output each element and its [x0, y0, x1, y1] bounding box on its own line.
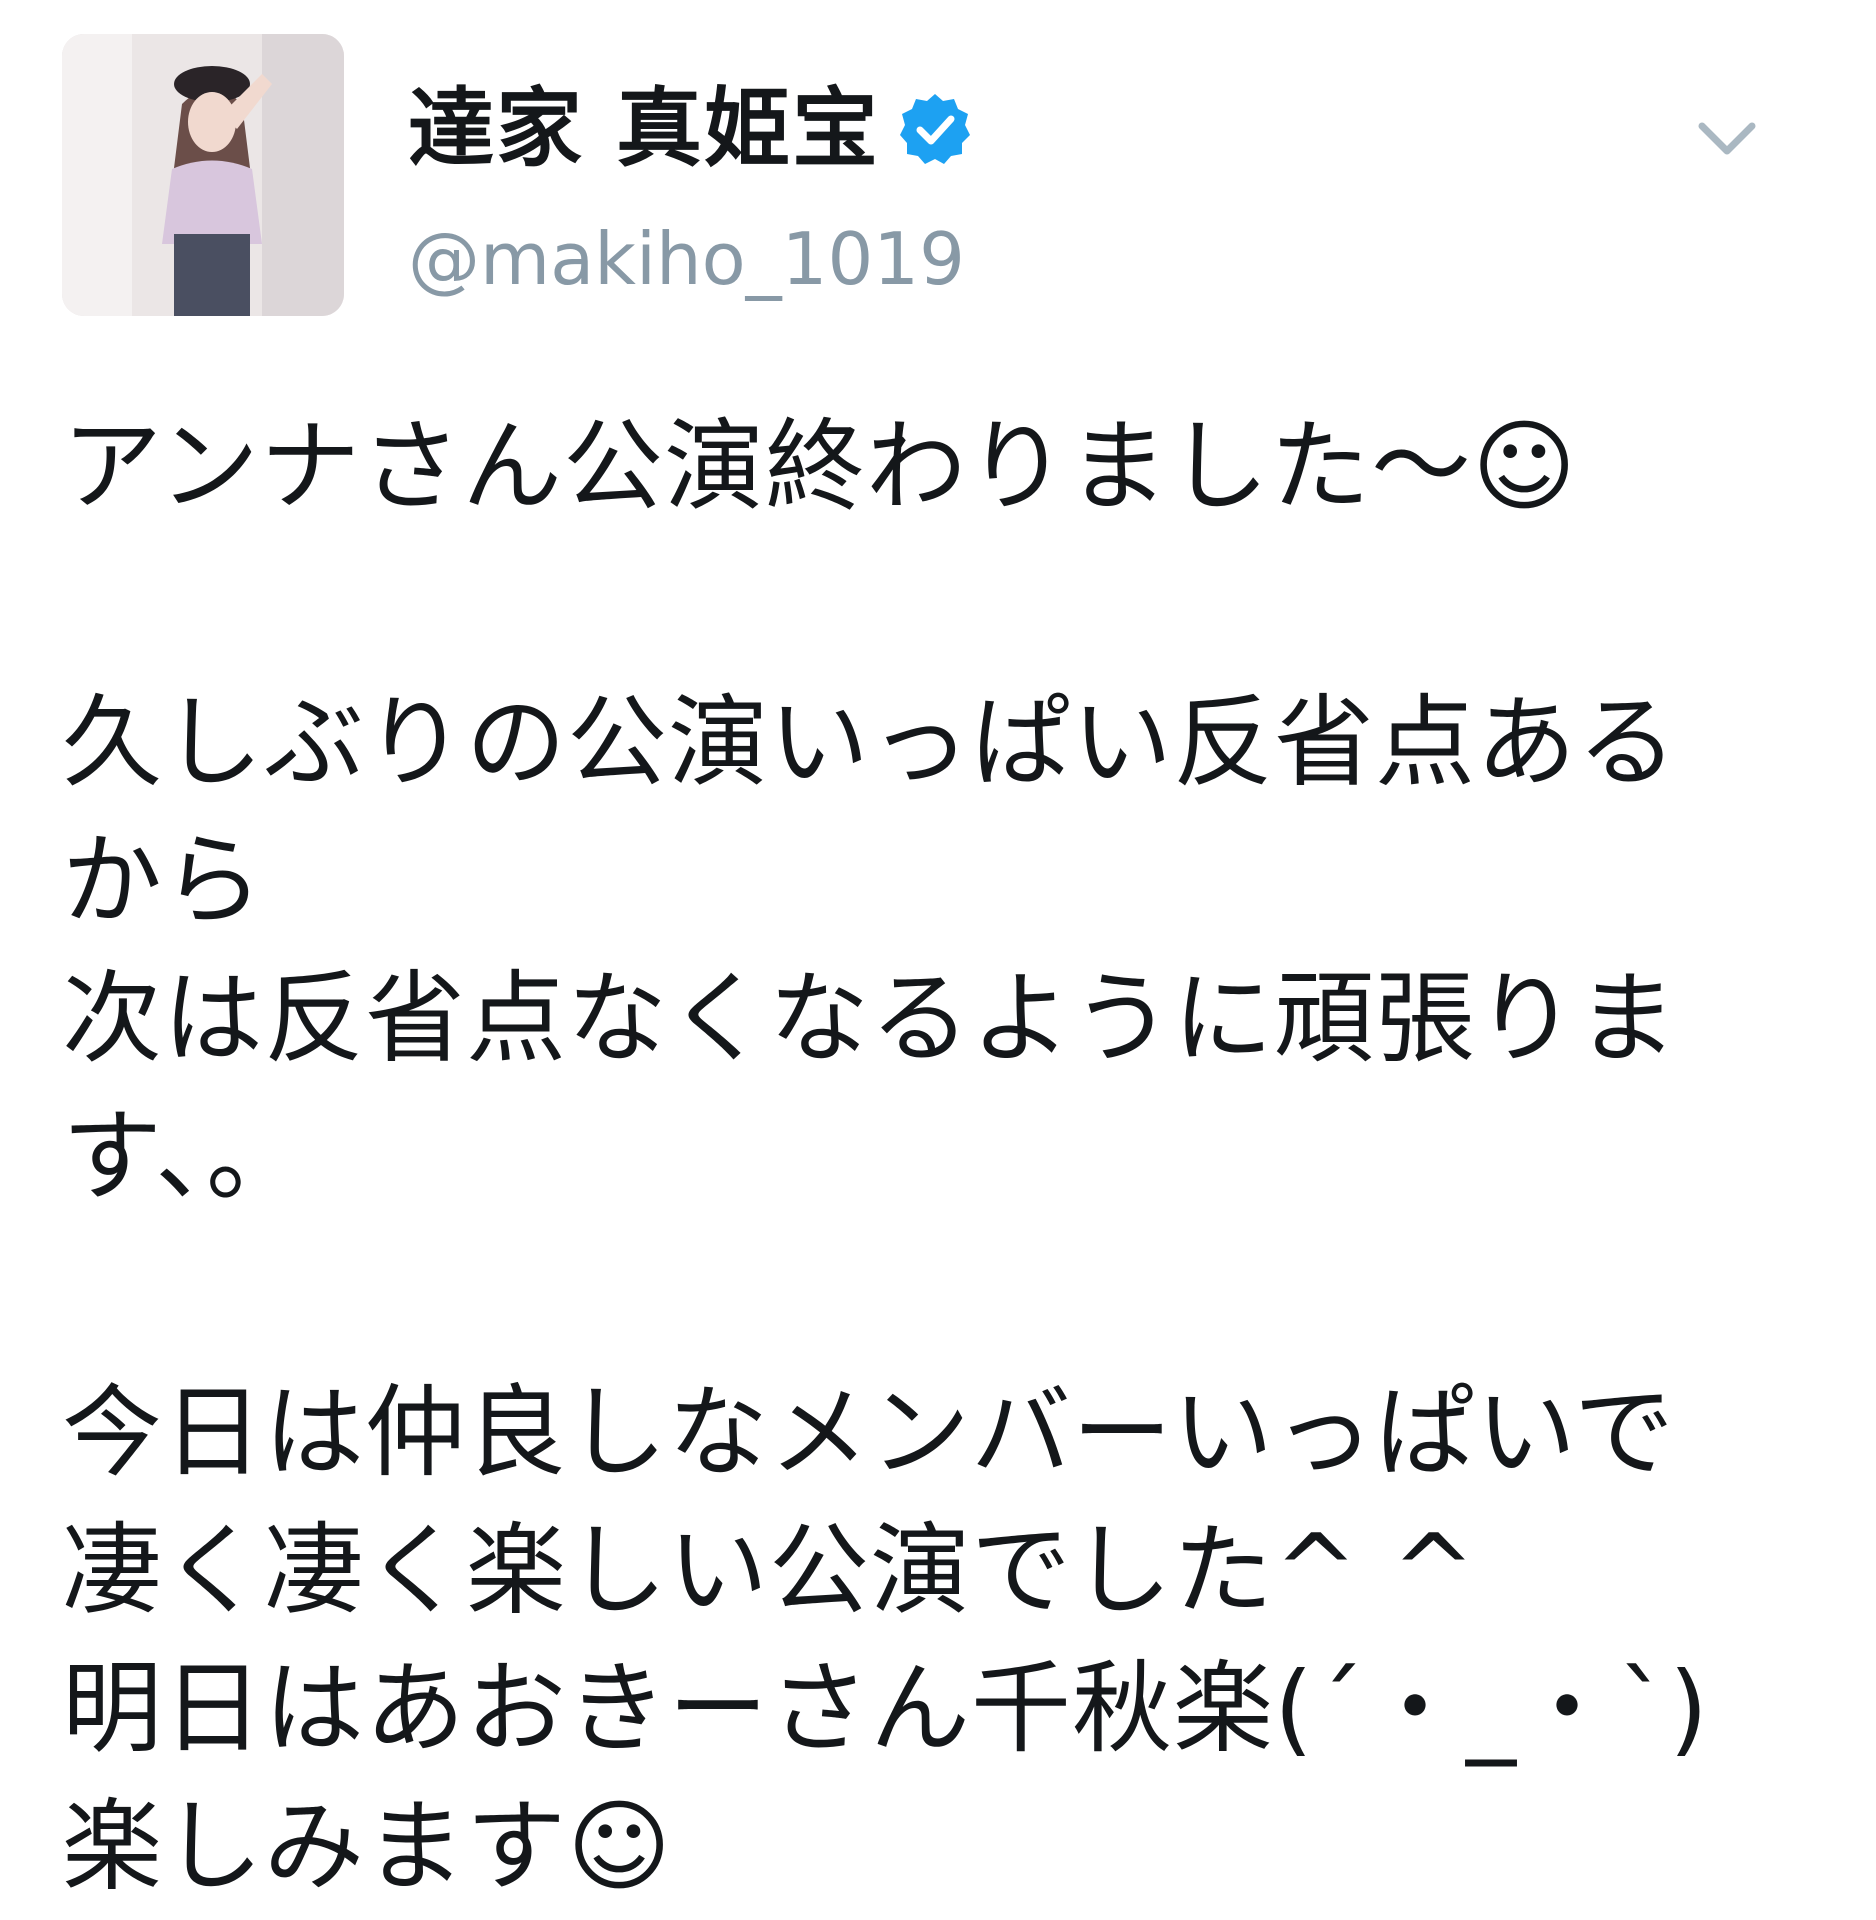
tweet-line	[62, 1226, 1822, 1364]
tweet-line: 次は反省点なくなるように頑張りま	[62, 960, 1678, 1077]
avatar[interactable]	[62, 34, 344, 316]
tweet-line: から	[62, 822, 264, 939]
tweet-line: 楽しみます☺	[62, 1788, 673, 1905]
tweet-line: 凄く凄く楽しい公演でした^ ^	[62, 1512, 1477, 1629]
tweet-line: 久しぶりの公演いっぱい反省点ある	[62, 684, 1678, 801]
verified-badge-icon	[899, 94, 970, 164]
tweet-line: 今日は仲良しなメンバーいっぱいで	[62, 1374, 1675, 1491]
profile-photo-icon	[62, 34, 344, 316]
tweet-text: アンナさん公演終わりました〜☺ 久しぶりの公演いっぱい反省点ある から 次は反省…	[62, 398, 1822, 1916]
tweet-line: アンナさん公演終わりました〜☺	[62, 408, 1578, 525]
tweet-line: 明日はあおきーさん千秋楽(´・_・`)	[62, 1650, 1710, 1767]
chevron-down-icon[interactable]	[1692, 114, 1762, 164]
tweet-header: 達家 真姫宝 @makiho_1019	[62, 34, 1822, 316]
tweet-card: 達家 真姫宝 @makiho_1019 アンナさん公演終わりました〜☺ 久しぶり…	[0, 0, 1876, 1920]
tweet-line	[62, 536, 1822, 674]
name-row: 達家 真姫宝	[408, 74, 972, 184]
user-handle[interactable]: @makiho_1019	[408, 214, 965, 304]
display-name[interactable]: 達家 真姫宝	[408, 74, 880, 184]
tweet-line: す、。	[62, 1098, 307, 1215]
